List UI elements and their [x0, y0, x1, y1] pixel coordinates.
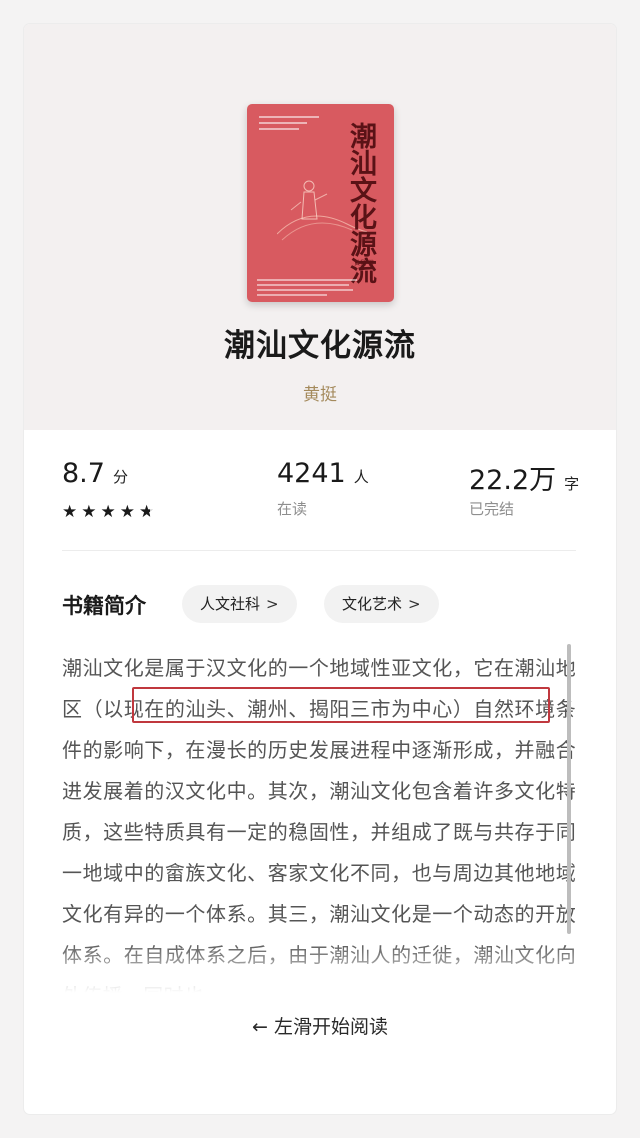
tag-culture-art[interactable]: 文化艺术 >	[324, 585, 439, 623]
chevron-right-icon: >	[408, 595, 421, 613]
words-stat: 22.2万字 已完结	[469, 458, 580, 518]
highlight-annotation-box	[132, 687, 550, 723]
cover-decoration	[259, 112, 323, 134]
cover-footer-decoration	[257, 276, 367, 299]
words-label: 已完结	[469, 500, 515, 518]
book-author[interactable]: 黄挺	[24, 380, 616, 405]
scrollbar[interactable]	[567, 644, 571, 934]
star-icon: ★	[81, 502, 101, 522]
tag-label: 人文社科	[200, 595, 261, 613]
readers-unit: 人	[353, 468, 369, 486]
intro-heading: 书籍简介	[62, 594, 146, 618]
book-cover[interactable]: 潮汕文化源流 黄挺 著	[247, 104, 394, 302]
half-star-icon: ★	[139, 502, 158, 522]
rating-value: 8.7	[62, 458, 105, 489]
rating-stars: ★★★★★	[62, 502, 158, 522]
chevron-right-icon: >	[266, 595, 279, 613]
words-value: 22.2万	[469, 465, 557, 496]
tag-humanities[interactable]: 人文社科 >	[182, 585, 297, 623]
star-icon: ★	[100, 502, 120, 522]
tag-label: 文化艺术	[342, 595, 403, 613]
star-icon: ★	[119, 502, 139, 522]
readers-label: 在读	[277, 500, 308, 518]
rating-unit: 分	[112, 468, 128, 486]
readers-stat: 4241 人 在读	[277, 458, 369, 518]
readers-value: 4241	[277, 458, 346, 489]
rating-stat[interactable]: 8.7 分 ★★★★★	[62, 458, 154, 522]
cover-author: 黄挺 著	[354, 260, 374, 267]
words-unit: 字	[564, 475, 580, 493]
book-title: 潮汕文化源流	[224, 328, 416, 364]
swipe-to-read-hint[interactable]: ← 左滑开始阅读	[24, 1012, 616, 1039]
star-icon: ★	[62, 502, 82, 522]
text-fade-overlay	[62, 942, 576, 998]
book-detail-page: 潮汕文化源流 黄挺 著 潮汕文化源流 黄挺 8.7分 ★★★★★ 4241人 在…	[24, 24, 616, 1114]
divider	[62, 550, 576, 551]
